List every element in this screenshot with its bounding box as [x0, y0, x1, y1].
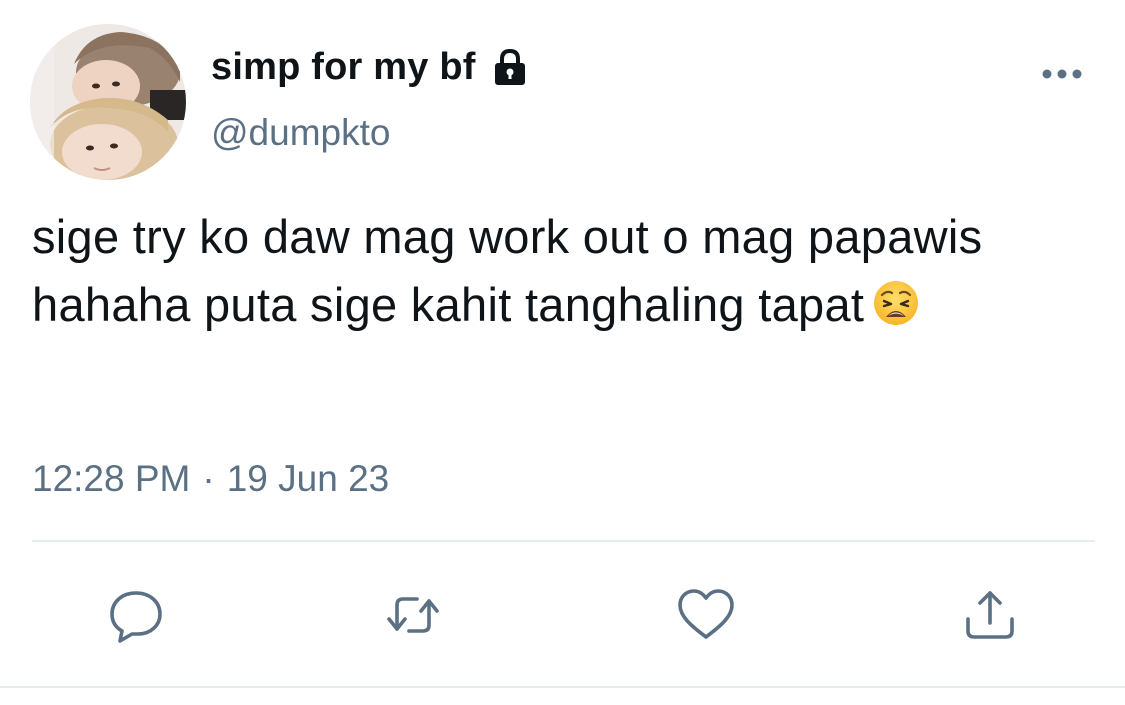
- user-handle[interactable]: @dumpkto: [211, 112, 390, 154]
- tweet-card: simp for my bf @dumpkto sige try ko daw …: [0, 0, 1125, 705]
- heart-icon[interactable]: [676, 585, 736, 645]
- tweet-time: 12:28 PM: [32, 458, 191, 499]
- meta-separator: ·: [202, 458, 215, 499]
- lock-icon: [490, 47, 530, 87]
- display-name-row: simp for my bf: [211, 44, 530, 90]
- tweet-date: 19 Jun 23: [226, 458, 390, 499]
- display-name[interactable]: simp for my bf: [211, 46, 476, 89]
- action-bar: [0, 585, 1125, 645]
- reply-icon[interactable]: [106, 585, 166, 645]
- retweet-icon[interactable]: [383, 585, 443, 645]
- tweet-timestamp[interactable]: 12:28 PM · 19 Jun 23: [32, 458, 389, 500]
- avatar-photo: [30, 24, 186, 180]
- share-icon[interactable]: [960, 585, 1020, 645]
- bottom-border: [0, 686, 1125, 688]
- avatar[interactable]: [30, 24, 186, 180]
- divider: [32, 540, 1095, 542]
- weary-face-emoji: [872, 277, 920, 325]
- tweet-text: sige try ko daw mag work out o mag papaw…: [32, 203, 1112, 339]
- more-horizontal-icon[interactable]: [1040, 62, 1084, 86]
- tweet-body: sige try ko daw mag work out o mag papaw…: [32, 210, 983, 331]
